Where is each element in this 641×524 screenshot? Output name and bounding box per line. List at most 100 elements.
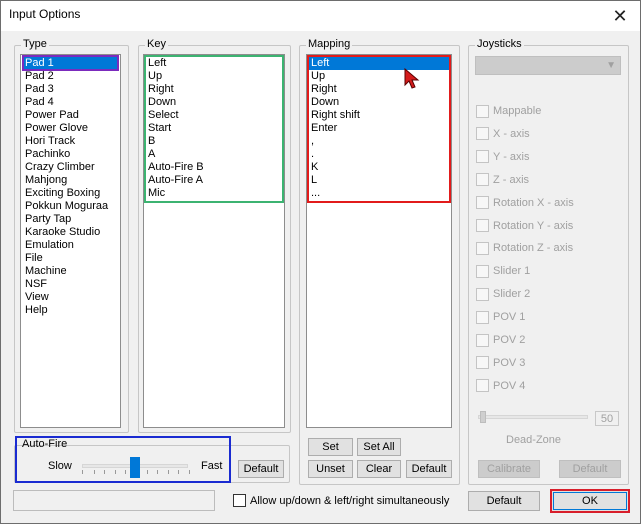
- list-item[interactable]: Help: [23, 304, 118, 317]
- checkbox-box[interactable]: [476, 287, 489, 301]
- joystick-checkbox[interactable]: Mappable: [476, 104, 626, 118]
- set-all-button[interactable]: Set All: [357, 438, 401, 456]
- joystick-checkbox[interactable]: POV 4: [476, 379, 626, 393]
- joystick-checkbox[interactable]: POV 1: [476, 310, 626, 324]
- checkbox-box[interactable]: [476, 196, 489, 210]
- list-item[interactable]: Karaoke Studio: [23, 226, 118, 239]
- list-item[interactable]: Pokkun Moguraa: [23, 200, 118, 213]
- deadzone-slider[interactable]: [478, 415, 588, 419]
- joystick-checkbox[interactable]: Rotation Z - axis: [476, 241, 626, 255]
- slider-tick: [189, 470, 190, 474]
- list-item[interactable]: Right: [309, 83, 449, 96]
- list-item[interactable]: Emulation: [23, 239, 118, 252]
- deadzone-slider-thumb[interactable]: [480, 411, 486, 423]
- checkbox-label: POV 3: [493, 356, 526, 369]
- list-item[interactable]: Power Glove: [23, 122, 118, 135]
- fast-label: Fast: [201, 460, 223, 472]
- list-item[interactable]: Down: [309, 96, 449, 109]
- deadzone-value: 50: [595, 411, 619, 426]
- checkbox-label: Slider 2: [493, 288, 531, 301]
- list-item[interactable]: Left: [309, 57, 449, 70]
- checkbox-box[interactable]: [476, 310, 489, 324]
- list-item[interactable]: B: [146, 135, 282, 148]
- checkbox-box[interactable]: [476, 104, 489, 118]
- mapping-default-button[interactable]: Default: [406, 460, 452, 478]
- checkbox-box[interactable]: [476, 173, 489, 187]
- joystick-checkbox[interactable]: Z - axis: [476, 173, 626, 187]
- list-item[interactable]: Right: [146, 83, 282, 96]
- checkbox-box[interactable]: [476, 379, 489, 393]
- list-item[interactable]: Pad 2: [23, 70, 118, 83]
- list-item[interactable]: Pad 1: [23, 57, 118, 70]
- joystick-device-select[interactable]: ▼: [475, 56, 621, 75]
- list-item[interactable]: View: [23, 291, 118, 304]
- joystick-checkbox[interactable]: Rotation X - axis: [476, 196, 626, 210]
- list-item[interactable]: Pad 4: [23, 96, 118, 109]
- type-list[interactable]: Pad 1 Pad 2 Pad 3 Pad 4 Power Pad Power Glove…: [20, 54, 121, 428]
- checkbox-box[interactable]: [476, 219, 489, 232]
- footer-default-button[interactable]: Default: [468, 491, 540, 511]
- list-item[interactable]: Select: [146, 109, 282, 122]
- calibrate-button[interactable]: Calibrate: [478, 460, 540, 478]
- list-item[interactable]: .: [309, 148, 449, 161]
- checkbox-box[interactable]: [476, 333, 489, 347]
- list-item[interactable]: ...: [309, 187, 449, 200]
- list-item[interactable]: File: [23, 252, 118, 265]
- close-icon[interactable]: ✕: [600, 1, 640, 31]
- list-item[interactable]: Exciting Boxing: [23, 187, 118, 200]
- mouse-cursor-icon: [404, 68, 420, 89]
- checkbox-label: POV 2: [493, 334, 526, 346]
- list-item[interactable]: Left: [146, 57, 282, 70]
- list-item[interactable]: A: [146, 148, 282, 161]
- allow-simultaneous-label: Allow up/down & left/right simultaneousl…: [250, 494, 450, 507]
- checkbox-label: Rotation X - axis: [493, 196, 574, 209]
- joystick-checkbox[interactable]: X - axis: [476, 127, 626, 141]
- checkbox-box[interactable]: [476, 150, 489, 164]
- list-item[interactable]: Mic: [146, 187, 282, 200]
- type-group-label: Type: [21, 38, 49, 50]
- joystick-checkbox[interactable]: POV 3: [476, 356, 626, 370]
- ok-button[interactable]: OK: [550, 489, 630, 513]
- list-item[interactable]: Right shift: [309, 109, 449, 122]
- list-item[interactable]: K: [309, 161, 449, 174]
- checkbox-box[interactable]: [476, 356, 489, 370]
- list-item[interactable]: Hori Track: [23, 135, 118, 148]
- set-button[interactable]: Set: [308, 438, 353, 456]
- list-item[interactable]: Crazy Climber: [23, 161, 118, 174]
- list-item[interactable]: Auto-Fire A: [146, 174, 282, 187]
- list-item[interactable]: NSF: [23, 278, 118, 291]
- list-item[interactable]: Start: [146, 122, 282, 135]
- joystick-checkbox[interactable]: POV 2: [476, 333, 626, 347]
- list-item[interactable]: Machine: [23, 265, 118, 278]
- checkbox-box[interactable]: [476, 127, 489, 141]
- list-item[interactable]: Power Pad: [23, 109, 118, 122]
- autofire-slider-thumb[interactable]: [130, 457, 140, 478]
- mapping-list[interactable]: Left Up Right Down Right shift Enter,. K L...: [306, 54, 452, 428]
- allow-simultaneous-box[interactable]: [233, 494, 246, 507]
- key-list[interactable]: Left Up Right Down Select Start B A Auto-Fire BA…: [143, 54, 285, 428]
- list-item[interactable]: Pachinko: [23, 148, 118, 161]
- list-item[interactable]: Enter: [309, 122, 449, 135]
- joystick-checkbox[interactable]: Y - axis: [476, 150, 626, 164]
- slider-tick: [178, 470, 180, 474]
- list-item[interactable]: Down: [146, 96, 282, 109]
- checkbox-box[interactable]: [476, 264, 489, 278]
- allow-simultaneous-checkbox[interactable]: Allow up/down & left/right simultaneousl…: [233, 494, 449, 507]
- list-item[interactable]: Auto-Fire B: [146, 161, 282, 174]
- joystick-checkbox[interactable]: Slider 2: [476, 287, 626, 301]
- checkbox-box[interactable]: [476, 241, 489, 255]
- list-item[interactable]: Pad 3: [23, 83, 118, 96]
- list-item[interactable]: Up: [146, 70, 282, 83]
- list-item[interactable]: Party Tap: [23, 213, 118, 226]
- list-item[interactable]: L: [309, 174, 449, 187]
- joystick-checkbox[interactable]: Slider 1: [476, 264, 626, 278]
- clear-button[interactable]: Clear: [357, 460, 401, 478]
- list-item[interactable]: Up: [309, 70, 449, 83]
- list-item[interactable]: ,: [309, 135, 449, 148]
- unset-button[interactable]: Unset: [308, 460, 353, 478]
- autofire-label: Auto-Fire: [22, 438, 68, 450]
- list-item[interactable]: Mahjong: [23, 174, 118, 187]
- joystick-default-button[interactable]: Default: [559, 460, 621, 478]
- autofire-default-button[interactable]: Default: [238, 460, 284, 478]
- joystick-checkbox[interactable]: Rotation Y - axis: [476, 219, 626, 233]
